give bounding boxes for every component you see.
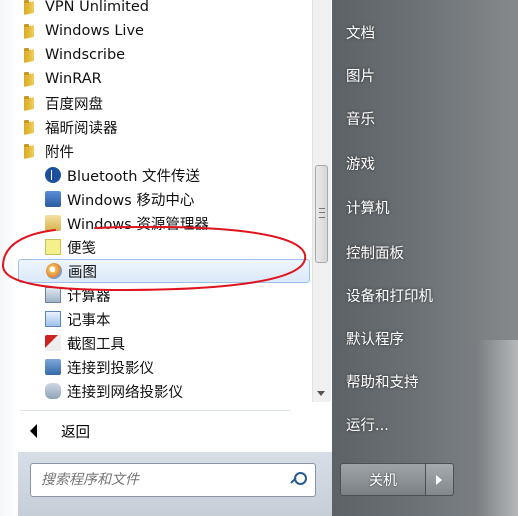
sticky-notes-icon: [45, 239, 61, 255]
program-label: Windows 移动中心: [67, 192, 195, 209]
program-item-connect-network-projector[interactable]: 连接到网络投影仪: [18, 379, 313, 403]
back-arrow-icon: [30, 424, 37, 438]
mobility-center-icon: [45, 191, 61, 207]
program-item-windows-live[interactable]: Windows Live: [18, 19, 313, 43]
folder-icon: [23, 71, 39, 87]
scrollbar-thumb[interactable]: [315, 165, 328, 263]
folder-icon: [23, 47, 39, 63]
right-item-devices-printers[interactable]: 设备和打印机: [346, 285, 433, 306]
programs-list-pane: VPN Unlimited Windows Live Windscribe Wi…: [18, 0, 333, 452]
program-label: VPN Unlimited: [45, 0, 149, 15]
chevron-right-icon: [436, 475, 442, 485]
program-label: 计算器: [67, 288, 111, 305]
program-label: 连接到投影仪: [67, 360, 154, 377]
program-item-accessories[interactable]: 附件: [18, 139, 313, 163]
projector-icon: [45, 359, 61, 375]
folder-icon: [23, 23, 39, 39]
program-item-foxit-reader[interactable]: 福昕阅读器: [18, 115, 313, 139]
divider: [20, 410, 290, 411]
program-label: WinRAR: [45, 71, 102, 87]
right-item-documents[interactable]: 文档: [346, 22, 375, 43]
search-icon[interactable]: [289, 471, 307, 489]
folder-icon: [23, 143, 39, 159]
right-item-pictures[interactable]: 图片: [346, 65, 375, 86]
program-label: 记事本: [67, 312, 111, 329]
right-item-games[interactable]: 游戏: [346, 153, 375, 174]
program-label: Windows 资源管理器: [67, 216, 209, 233]
program-item-sticky-notes[interactable]: 便笺: [18, 235, 313, 259]
right-item-computer[interactable]: 计算机: [346, 197, 390, 218]
right-item-control-panel[interactable]: 控制面板: [346, 242, 404, 263]
menu-left-edge: [0, 0, 18, 516]
notepad-icon: [45, 311, 61, 327]
program-label: 便笺: [67, 240, 96, 257]
folder-icon: [23, 95, 39, 111]
program-label: 百度网盘: [45, 96, 103, 113]
bluetooth-icon: [45, 167, 61, 183]
program-item-calculator[interactable]: 计算器: [18, 283, 313, 307]
right-item-help-support[interactable]: 帮助和支持: [346, 371, 419, 392]
program-label: Bluetooth 文件传送: [67, 168, 200, 185]
background-texture: [478, 340, 518, 516]
folder-icon: [23, 119, 39, 135]
program-label: 附件: [45, 144, 74, 161]
program-item-winrar[interactable]: WinRAR: [18, 67, 313, 91]
program-label: 福昕阅读器: [45, 120, 118, 137]
programs-scrollbar[interactable]: [312, 0, 331, 402]
network-projector-icon: [45, 383, 61, 399]
grip-icon: [319, 208, 325, 218]
shutdown-options-button[interactable]: [425, 463, 454, 496]
program-item-windscribe[interactable]: Windscribe: [18, 43, 313, 67]
shutdown-label: 关机: [369, 472, 397, 489]
snipping-tool-icon: [45, 335, 61, 351]
shutdown-button[interactable]: 关机: [340, 463, 426, 496]
program-item-connect-projector[interactable]: 连接到投影仪: [18, 355, 313, 379]
program-label: 连接到网络投影仪: [67, 384, 183, 401]
right-item-run[interactable]: 运行...: [346, 414, 389, 435]
folder-icon: [23, 0, 39, 15]
search-input[interactable]: [39, 471, 289, 489]
program-item-bluetooth-transfer[interactable]: Bluetooth 文件传送: [18, 163, 313, 187]
back-button[interactable]: 返回: [18, 418, 308, 444]
scroll-down-arrow-icon[interactable]: [317, 391, 325, 396]
search-box[interactable]: [30, 463, 316, 497]
calculator-icon: [45, 287, 61, 303]
program-label: 画图: [68, 264, 97, 281]
program-item-notepad[interactable]: 记事本: [18, 307, 313, 331]
paint-icon: [46, 263, 62, 279]
program-label: Windscribe: [45, 47, 126, 63]
program-item-paint[interactable]: 画图: [18, 259, 310, 283]
back-label: 返回: [61, 424, 90, 441]
program-item-vpn-unlimited[interactable]: VPN Unlimited: [18, 0, 313, 19]
explorer-icon: [45, 215, 61, 231]
right-pane: 文档 图片 音乐 游戏 计算机 控制面板 设备和打印机 默认程序 帮助和支持 运…: [332, 0, 518, 516]
program-label: 截图工具: [67, 336, 125, 353]
right-item-default-programs[interactable]: 默认程序: [346, 328, 404, 349]
right-item-music[interactable]: 音乐: [346, 108, 375, 129]
program-label: Windows Live: [45, 23, 144, 39]
program-item-snipping-tool[interactable]: 截图工具: [18, 331, 313, 355]
program-item-baidu-netdisk[interactable]: 百度网盘: [18, 91, 313, 115]
program-item-mobility-center[interactable]: Windows 移动中心: [18, 187, 313, 211]
program-item-windows-explorer[interactable]: Windows 资源管理器: [18, 211, 313, 235]
